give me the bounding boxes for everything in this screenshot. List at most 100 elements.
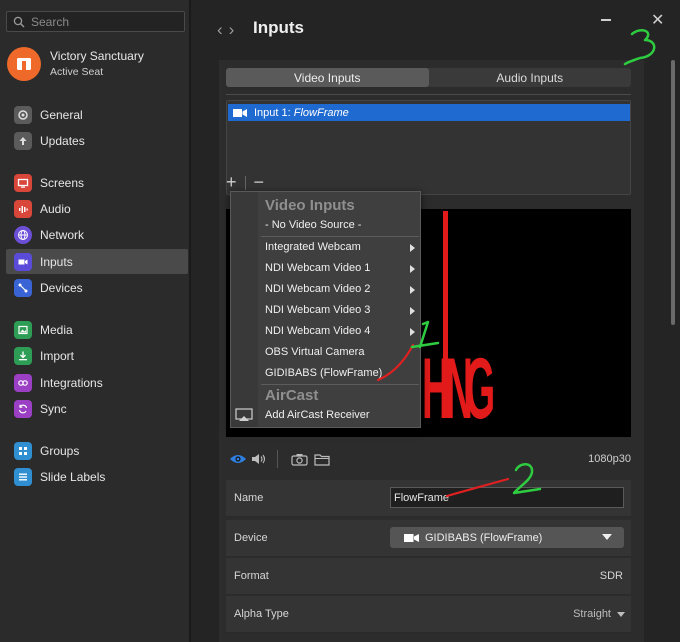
globe-icon bbox=[14, 225, 32, 244]
sidebar-item-inputs[interactable]: Inputs bbox=[6, 249, 188, 274]
divider bbox=[261, 236, 419, 237]
close-icon[interactable]: ✕ bbox=[651, 10, 664, 30]
menu-icon-strip bbox=[231, 192, 258, 427]
folder-icon[interactable] bbox=[314, 453, 330, 466]
sidebar-item-label: Audio bbox=[40, 201, 71, 216]
menu-item-gidibabs[interactable]: GIDIBABS (FlowFrame) bbox=[265, 367, 415, 379]
chevron-down-icon bbox=[602, 534, 612, 540]
camera-icon bbox=[14, 252, 32, 271]
sidebar-item-devices[interactable]: Devices bbox=[6, 275, 188, 300]
list-item[interactable]: Input 1: FlowFrame bbox=[228, 104, 630, 121]
divider bbox=[226, 94, 631, 95]
video-camera-icon bbox=[404, 533, 419, 542]
audio-icon bbox=[14, 199, 32, 218]
alpha-type-value: Straight bbox=[573, 608, 611, 620]
sidebar-item-label: Inputs bbox=[40, 254, 73, 269]
sidebar-item-media[interactable]: Media bbox=[6, 317, 188, 342]
sidebar-item-import[interactable]: Import bbox=[6, 343, 188, 368]
propresenter-logo-icon bbox=[17, 58, 31, 70]
sidebar-item-label: Integrations bbox=[40, 375, 103, 390]
format-value: SDR bbox=[599, 570, 623, 582]
menu-item-ndi-webcam-4[interactable]: NDI Webcam Video 4 bbox=[265, 325, 415, 337]
property-row-device: Device GIDIBABS (FlowFrame) bbox=[226, 520, 631, 557]
devices-icon bbox=[14, 278, 32, 297]
camera-snapshot-icon[interactable] bbox=[291, 453, 308, 466]
page-title: Inputs bbox=[253, 18, 304, 37]
tab-video-inputs[interactable]: Video Inputs bbox=[226, 68, 429, 87]
sidebar-item-label: Network bbox=[40, 227, 85, 242]
remove-icon[interactable]: − bbox=[254, 172, 265, 193]
input-name: FlowFrame bbox=[293, 106, 349, 119]
account-header[interactable]: Victory Sanctuary Active Seat bbox=[7, 47, 144, 81]
search-input[interactable] bbox=[31, 14, 181, 29]
sidebar-item-label: Slide Labels bbox=[40, 469, 106, 484]
property-row-alpha-type: Alpha Type Straight bbox=[226, 596, 631, 633]
speaker-icon[interactable] bbox=[251, 453, 267, 465]
menu-item-add-aircast-receiver[interactable]: Add AirCast Receiver bbox=[265, 409, 415, 421]
menu-item-obs-virtual-camera[interactable]: OBS Virtual Camera bbox=[265, 346, 415, 358]
sidebar-item-label: Devices bbox=[40, 280, 83, 295]
scrollbar[interactable] bbox=[671, 60, 675, 325]
groups-icon bbox=[14, 441, 32, 460]
sidebar-item-audio[interactable]: Audio bbox=[6, 196, 188, 221]
add-icon[interactable]: + bbox=[226, 172, 237, 193]
history-nav: ‹ › bbox=[217, 20, 234, 40]
chevron-right-icon bbox=[410, 307, 415, 315]
sidebar-item-integrations[interactable]: Integrations bbox=[6, 370, 188, 395]
format-label: Format bbox=[234, 570, 269, 582]
sidebar: Victory Sanctuary Active Seat General Up… bbox=[0, 0, 190, 642]
gear-icon bbox=[14, 105, 32, 124]
alpha-type-label: Alpha Type bbox=[234, 608, 289, 620]
device-select[interactable]: GIDIBABS (FlowFrame) bbox=[390, 527, 624, 548]
sidebar-item-general[interactable]: General bbox=[6, 102, 188, 127]
divider bbox=[244, 175, 246, 190]
account-seat: Active Seat bbox=[50, 66, 104, 78]
account-name: Victory Sanctuary bbox=[50, 49, 144, 63]
input-label: Input 1: FlowFrame bbox=[254, 106, 349, 119]
back-arrow-icon[interactable]: ‹ bbox=[217, 20, 223, 40]
input-source-menu: Video Inputs - No Video Source - Integra… bbox=[230, 191, 421, 428]
import-icon bbox=[14, 346, 32, 365]
tab-audio-inputs[interactable]: Audio Inputs bbox=[429, 68, 632, 87]
menu-item-ndi-webcam-3[interactable]: NDI Webcam Video 3 bbox=[265, 304, 415, 316]
sidebar-item-screens[interactable]: Screens bbox=[6, 170, 188, 195]
property-row-name: Name bbox=[226, 480, 631, 517]
menu-item-ndi-webcam-1[interactable]: NDI Webcam Video 1 bbox=[265, 262, 415, 274]
alpha-type-select[interactable]: Straight bbox=[573, 608, 625, 620]
list-toolbar: + − bbox=[226, 172, 264, 193]
video-camera-icon bbox=[233, 108, 247, 117]
screen-icon bbox=[14, 173, 32, 192]
property-row-format: Format SDR bbox=[226, 558, 631, 595]
media-icon bbox=[14, 320, 32, 339]
input-list: Input 1: FlowFrame bbox=[226, 100, 631, 195]
eye-icon[interactable] bbox=[229, 453, 247, 465]
search-box[interactable] bbox=[6, 11, 185, 32]
sidebar-item-sync[interactable]: Sync bbox=[6, 396, 188, 421]
chevron-right-icon bbox=[410, 244, 415, 252]
device-value: GIDIBABS (FlowFrame) bbox=[425, 531, 543, 544]
sidebar-item-label: Groups bbox=[40, 443, 80, 458]
menu-header-aircast: AirCast bbox=[265, 387, 319, 404]
name-label: Name bbox=[234, 492, 264, 504]
menu-item-ndi-webcam-2[interactable]: NDI Webcam Video 2 bbox=[265, 283, 415, 295]
sidebar-item-updates[interactable]: Updates bbox=[6, 128, 188, 153]
sidebar-item-label: Sync bbox=[40, 401, 67, 416]
sidebar-item-label: Import bbox=[40, 348, 75, 363]
sidebar-item-label: Updates bbox=[40, 133, 85, 148]
sidebar-item-label: General bbox=[40, 107, 83, 122]
menu-item-integrated-webcam[interactable]: Integrated Webcam bbox=[265, 241, 415, 253]
update-icon bbox=[14, 131, 32, 150]
minimize-icon[interactable] bbox=[601, 19, 611, 21]
chevron-right-icon bbox=[410, 328, 415, 336]
search-icon bbox=[13, 16, 25, 27]
sidebar-item-network[interactable]: Network bbox=[6, 222, 188, 247]
name-field[interactable] bbox=[390, 487, 624, 508]
menu-item-no-source[interactable]: - No Video Source - bbox=[265, 219, 415, 231]
chevron-right-icon bbox=[410, 265, 415, 273]
sidebar-item-groups[interactable]: Groups bbox=[6, 438, 188, 463]
avatar bbox=[7, 47, 41, 81]
forward-arrow-icon[interactable]: › bbox=[229, 20, 235, 40]
sidebar-item-slide-labels[interactable]: Slide Labels bbox=[6, 464, 188, 489]
labels-icon bbox=[14, 467, 32, 486]
menu-header-video-inputs: Video Inputs bbox=[265, 197, 355, 214]
